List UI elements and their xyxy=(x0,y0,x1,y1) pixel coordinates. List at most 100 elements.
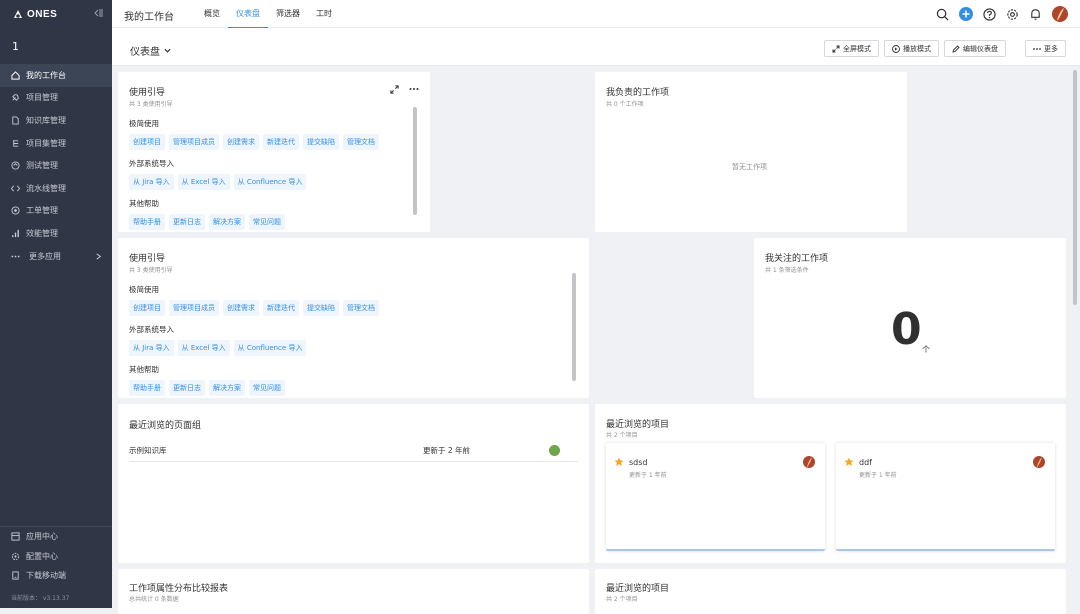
sidebar-item-testing[interactable]: 测试管理 xyxy=(0,154,112,177)
guide-link-changelog[interactable]: 更新日志 xyxy=(169,380,205,396)
guide-link-import-jira[interactable]: 从 Jira 导入 xyxy=(129,340,174,356)
help-icon[interactable] xyxy=(983,7,996,21)
dashboard-selector[interactable]: 仪表盘 xyxy=(130,43,171,58)
version-label: 当前版本： v3.13.37 xyxy=(11,595,70,602)
table-row[interactable]: 示例知识库 更新于 2 年前 xyxy=(129,440,578,462)
guide-link-create-requirement[interactable]: 创建需求 xyxy=(223,300,259,316)
ellipsis-icon[interactable] xyxy=(409,87,419,91)
guide-link-manage-members[interactable]: 管理项目成员 xyxy=(169,134,219,150)
play-mode-button[interactable]: 播放模式 xyxy=(884,40,939,57)
project-card[interactable]: sdsd 更新于 1 年前 xyxy=(606,443,825,551)
tab-worktime[interactable]: 工时 xyxy=(308,0,340,28)
sidebar-item-config-center[interactable]: 配置中心 xyxy=(0,547,112,567)
fullscreen-button[interactable]: 全屏模式 xyxy=(824,40,879,57)
card-title: 使用引导 xyxy=(129,254,166,264)
guide-link-create-project[interactable]: 创建项目 xyxy=(129,134,165,150)
sidebar-item-label: 流水线管理 xyxy=(26,183,66,193)
page-scrollbar[interactable] xyxy=(1073,70,1077,305)
guide-link-help-manual[interactable]: 帮助手册 xyxy=(129,214,165,230)
sidebar-item-label: 更多应用 xyxy=(29,251,61,261)
guide-link-faq[interactable]: 常见问题 xyxy=(249,214,285,230)
guide-link-submit-bug[interactable]: 提交缺陷 xyxy=(303,134,339,150)
tab-filters[interactable]: 筛选器 xyxy=(268,0,308,28)
guide-link-changelog[interactable]: 更新日志 xyxy=(169,214,205,230)
top-tabs: 概览 仪表盘 筛选器 工时 xyxy=(196,0,340,29)
project-name: sdsd xyxy=(629,458,648,467)
project-owner-avatar xyxy=(803,456,815,468)
add-icon[interactable] xyxy=(959,7,973,21)
recent-projects-card-2: 最近浏览的项目 共 2 个项目 xyxy=(595,569,1066,614)
guide-link-manage-docs[interactable]: 管理文档 xyxy=(343,300,379,316)
chevron-down-icon xyxy=(164,48,171,53)
recent-projects-card: 最近浏览的项目 共 2 个项目 sdsd 更新于 1 年前 ddf 更新于 1 … xyxy=(595,404,1066,563)
guide-link-new-sprint[interactable]: 新建迭代 xyxy=(263,300,299,316)
sidebar-item-program[interactable]: 项目集管理 xyxy=(0,132,112,155)
card-scrollbar[interactable] xyxy=(572,273,576,381)
guide-link-import-excel[interactable]: 从 Excel 导入 xyxy=(177,340,230,356)
star-icon[interactable] xyxy=(614,457,624,467)
guide-tags: 从 Jira 导入 从 Excel 导入 从 Confluence 导入 xyxy=(129,340,379,356)
guide-link-solutions[interactable]: 解决方案 xyxy=(209,214,245,230)
sidebar-item-my-workbench[interactable]: 我的工作台 xyxy=(0,64,112,87)
guide-link-solutions[interactable]: 解决方案 xyxy=(209,380,245,396)
guide-link-manage-members[interactable]: 管理项目成员 xyxy=(169,300,219,316)
star-icon[interactable] xyxy=(844,457,854,467)
guide-link-import-jira[interactable]: 从 Jira 导入 xyxy=(129,174,174,190)
more-button[interactable]: 更多 xyxy=(1025,40,1066,57)
guide-tags: 创建项目 管理项目成员 创建需求 新建迭代 提交缺陷 管理文档 xyxy=(129,134,379,150)
sidebar-item-label: 知识库管理 xyxy=(26,115,66,125)
project-card[interactable]: ddf 更新于 1 年前 xyxy=(836,443,1055,551)
ones-logo[interactable]: ONES xyxy=(12,8,57,20)
dashboard-title: 仪表盘 xyxy=(130,47,160,58)
guide-link-faq[interactable]: 常见问题 xyxy=(249,380,285,396)
workspace-name[interactable]: 1 xyxy=(12,40,19,53)
chevron-right-icon xyxy=(96,253,102,260)
sidebar-item-more-apps[interactable]: 更多应用 xyxy=(0,245,112,268)
guide-section-title: 其他帮助 xyxy=(129,365,159,374)
card-title: 最近浏览的项目 xyxy=(606,420,670,430)
card-scrollbar[interactable] xyxy=(413,107,417,215)
card-title: 最近浏览的项目 xyxy=(606,584,670,594)
pencil-icon xyxy=(952,44,960,53)
logo-text: ONES xyxy=(27,8,58,20)
page-title: 我的工作台 xyxy=(124,12,174,23)
sidebar-item-download-mobile[interactable]: 下载移动端 xyxy=(0,566,112,586)
guide-link-help-manual[interactable]: 帮助手册 xyxy=(129,380,165,396)
document-icon xyxy=(12,116,19,125)
tab-dashboard[interactable]: 仪表盘 xyxy=(228,0,268,29)
bar-chart-icon xyxy=(12,229,19,238)
guide-tags: 帮助手册 更新日志 解决方案 常见问题 xyxy=(129,380,379,396)
user-avatar[interactable] xyxy=(1052,6,1068,22)
guide-section-title: 其他帮助 xyxy=(129,199,159,208)
sidebar-item-project[interactable]: 项目管理 xyxy=(0,87,112,110)
tab-overview[interactable]: 概览 xyxy=(196,0,228,28)
edit-dashboard-button[interactable]: 编辑仪表盘 xyxy=(944,40,1006,57)
search-icon[interactable] xyxy=(936,8,949,21)
bell-icon[interactable] xyxy=(1029,8,1042,21)
guide-tags: 创建项目 管理项目成员 创建需求 新建迭代 提交缺陷 管理文档 xyxy=(129,300,379,316)
hierarchy-icon xyxy=(12,139,19,147)
sidebar-item-app-center[interactable]: 应用中心 xyxy=(0,527,112,547)
sidebar-item-performance[interactable]: 效能管理 xyxy=(0,222,112,245)
guide-link-submit-bug[interactable]: 提交缺陷 xyxy=(303,300,339,316)
guide-link-import-confluence[interactable]: 从 Confluence 导入 xyxy=(233,340,307,356)
sidebar: ONES 1 我的工作台 项目管理 知识库管理 项目集管理 测试管理 流水线管理 xyxy=(0,0,112,608)
guide-link-create-project[interactable]: 创建项目 xyxy=(129,300,165,316)
project-updated: 更新于 1 年前 xyxy=(859,472,897,479)
guide-link-new-sprint[interactable]: 新建迭代 xyxy=(263,134,299,150)
sidebar-item-pipeline[interactable]: 流水线管理 xyxy=(0,177,112,200)
guide-link-import-excel[interactable]: 从 Excel 导入 xyxy=(177,174,230,190)
guide-link-manage-docs[interactable]: 管理文档 xyxy=(343,134,379,150)
sidebar-item-wiki[interactable]: 知识库管理 xyxy=(0,109,112,132)
dashboard-actions: 全屏模式 播放模式 编辑仪表盘 更多 xyxy=(824,40,1066,57)
gear-icon[interactable] xyxy=(1006,8,1019,21)
guide-link-create-requirement[interactable]: 创建需求 xyxy=(223,134,259,150)
sidebar-item-ticket[interactable]: 工单管理 xyxy=(0,200,112,223)
expand-icon[interactable] xyxy=(390,85,399,94)
sidebar-bottom: 应用中心 配置中心 下载移动端 xyxy=(0,526,112,586)
collapse-sidebar-icon[interactable] xyxy=(94,8,104,18)
followed-count[interactable]: 0 xyxy=(891,304,922,355)
guide-link-import-confluence[interactable]: 从 Confluence 导入 xyxy=(233,174,307,190)
ones-logo-icon xyxy=(14,10,22,18)
sidebar-item-label: 测试管理 xyxy=(26,161,58,171)
